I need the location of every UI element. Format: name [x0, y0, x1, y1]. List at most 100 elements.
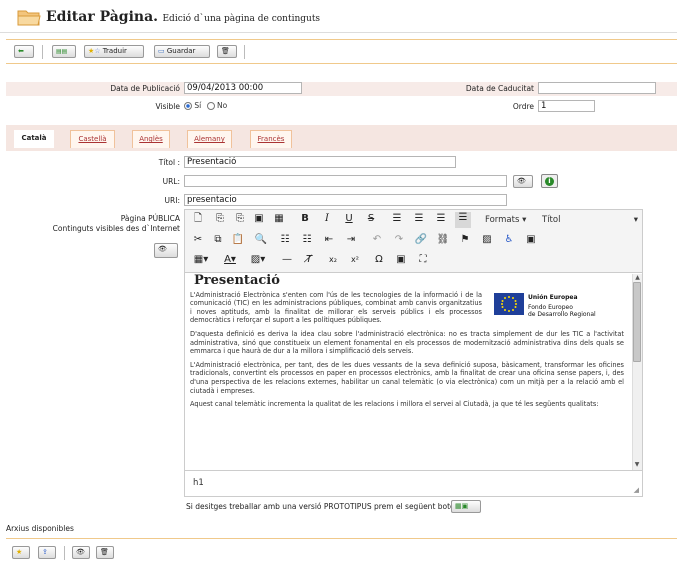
anchor-icon[interactable]: ⚑	[457, 234, 473, 250]
upload-icon: ⇪	[42, 548, 48, 556]
table-grid-icon[interactable]: ▦	[271, 213, 287, 229]
content-paragraph-1: L'Administració Electrònica s'enten com …	[190, 290, 482, 325]
align-center-icon[interactable]: ☰	[411, 213, 427, 229]
copy-icon[interactable]: ⧉	[210, 234, 226, 250]
files-star-button[interactable]: ★	[12, 546, 30, 559]
save-label: Guardar	[166, 47, 196, 55]
editor-scrollbar-thumb[interactable]	[633, 282, 641, 362]
subscript-icon[interactable]: x₂	[325, 254, 341, 270]
redo-icon[interactable]: ↷	[391, 234, 407, 250]
url-preview-button[interactable]: 👁	[513, 175, 533, 188]
uri-input[interactable]: presentacio	[184, 194, 507, 206]
trash-icon: 🗑	[100, 548, 109, 556]
new-document-icon[interactable]: 🗋	[190, 213, 206, 229]
paste-word-icon[interactable]: ⎘	[232, 213, 248, 229]
tab-angles[interactable]: Anglès	[132, 130, 170, 148]
public-preview-button[interactable]: 👁	[154, 243, 178, 258]
italic-icon[interactable]: I	[319, 213, 335, 229]
info-button[interactable]: i	[541, 174, 558, 188]
translate-button[interactable]: ★☆ Traduir	[84, 45, 144, 58]
prototype-text: Si desitges treballar amb una versió PRO…	[186, 502, 458, 511]
indent-icon[interactable]: ⇥	[343, 234, 359, 250]
source-code-icon[interactable]: ▣	[523, 234, 539, 250]
pub-date-label: Data de Publicació	[110, 84, 180, 93]
eu-line-2a: Fondo Europeo	[528, 303, 573, 311]
template-icon[interactable]: ▣	[251, 213, 267, 229]
files-upload-button[interactable]: ⇪	[38, 546, 56, 559]
tab-frances[interactable]: Francès	[250, 130, 292, 148]
resize-handle-icon[interactable]: ◢	[634, 486, 639, 494]
tab-alemany[interactable]: Alemany	[187, 130, 232, 148]
caret-down-icon: ▾	[633, 215, 638, 225]
public-page-label: Pàgina PÚBLICA	[120, 214, 180, 223]
top-toolbar: ⬅ ▤▤ ★☆ Traduir ▭ Guardar 🗑	[6, 39, 677, 64]
star-icon: ★	[16, 548, 23, 556]
bullet-list-icon[interactable]: ☷	[277, 234, 293, 250]
background-color-icon[interactable]: ▨▾	[247, 254, 269, 270]
image-icon[interactable]: ▨	[479, 234, 495, 250]
save-button[interactable]: ▭ Guardar	[154, 45, 210, 58]
pub-date-input[interactable]: 09/04/2013 00:00	[184, 82, 302, 94]
visible-no-label: No	[217, 101, 228, 110]
title-label: Títol :	[158, 158, 180, 167]
editor-content[interactable]: Presentació L'Administració Electrònica …	[186, 274, 632, 470]
superscript-icon[interactable]: x²	[347, 254, 363, 270]
outdent-icon[interactable]: ⇤	[321, 234, 337, 250]
find-icon[interactable]: 🔍	[253, 234, 269, 250]
visible-yes-radio[interactable]	[184, 102, 192, 110]
order-label: Ordre	[512, 102, 534, 111]
order-input[interactable]: 1	[538, 100, 595, 112]
editor-statusbar: h1 ◢	[185, 470, 642, 496]
new-button[interactable]: ▤▤	[52, 45, 76, 58]
strikethrough-icon[interactable]: S	[363, 213, 379, 229]
special-char-icon[interactable]: Ω	[371, 254, 387, 270]
url-input[interactable]	[184, 175, 507, 187]
link-icon[interactable]: 🔗	[413, 234, 429, 250]
table-insert-icon[interactable]: ▦▾	[190, 254, 212, 270]
back-button[interactable]: ⬅	[14, 45, 34, 58]
heading-label: Títol	[542, 215, 561, 225]
align-right-icon[interactable]: ☰	[433, 213, 449, 229]
tab-castella[interactable]: Castellà	[70, 130, 115, 148]
scroll-down-icon[interactable]: ▼	[633, 461, 641, 468]
clear-format-icon[interactable]: T̸	[301, 254, 317, 270]
files-delete-button[interactable]: 🗑	[96, 546, 114, 559]
files-view-button[interactable]: 👁	[72, 546, 90, 559]
paste-text-icon[interactable]: ⎘	[212, 213, 228, 229]
translate-label: Traduir	[102, 47, 127, 55]
unlink-icon[interactable]: ⛓	[435, 234, 451, 250]
eye-icon: 👁	[76, 548, 85, 556]
editor-toolbar: 🗋 ⎘ ⎘ ▣ ▦ B I U S ☰ ☰ ☰ ☰ Formats ▾ Títo…	[185, 210, 642, 273]
visible-no-radio[interactable]	[206, 102, 215, 110]
undo-icon[interactable]: ↶	[369, 234, 385, 250]
exp-date-label: Data de Caducitat	[465, 84, 534, 93]
uri-label: URI:	[164, 196, 180, 205]
horizontal-rule-icon[interactable]: —	[279, 254, 295, 270]
media-icon[interactable]: ▣	[393, 254, 409, 270]
align-justify-icon[interactable]: ☰	[455, 212, 471, 228]
prototype-button[interactable]: ▦▣	[451, 500, 481, 513]
bold-icon[interactable]: B	[297, 213, 313, 229]
heading-dropdown[interactable]: Títol ▾	[542, 215, 638, 225]
title-input[interactable]: Presentació	[184, 156, 456, 168]
delete-button[interactable]: 🗑	[217, 45, 237, 58]
scroll-up-icon[interactable]: ▲	[633, 274, 642, 281]
content-heading: Presentació	[194, 274, 280, 288]
element-path[interactable]: h1	[193, 478, 204, 488]
paste-icon[interactable]: 📋	[230, 234, 246, 250]
exp-date-input[interactable]	[538, 82, 656, 94]
caret-down-icon: ▾	[522, 215, 527, 225]
text-color-icon[interactable]: A▾	[219, 254, 241, 270]
numbered-list-icon[interactable]: ☷	[299, 234, 315, 250]
formats-dropdown[interactable]: Formats ▾	[485, 215, 526, 225]
tab-catala[interactable]: Català	[14, 130, 54, 148]
align-left-icon[interactable]: ☰	[389, 213, 405, 229]
eu-flag-icon	[494, 292, 524, 315]
cut-icon[interactable]: ✂	[190, 234, 206, 250]
prototype-icon: ▦▣	[455, 502, 469, 510]
fullscreen-icon[interactable]: ⛶	[415, 254, 431, 270]
underline-icon[interactable]: U	[341, 213, 357, 229]
content-paragraph-2: D'aquesta definició es deriva la idea cl…	[190, 329, 624, 356]
files-label: Arxius disponibles	[6, 524, 74, 533]
accessibility-icon[interactable]: ♿	[501, 234, 517, 250]
